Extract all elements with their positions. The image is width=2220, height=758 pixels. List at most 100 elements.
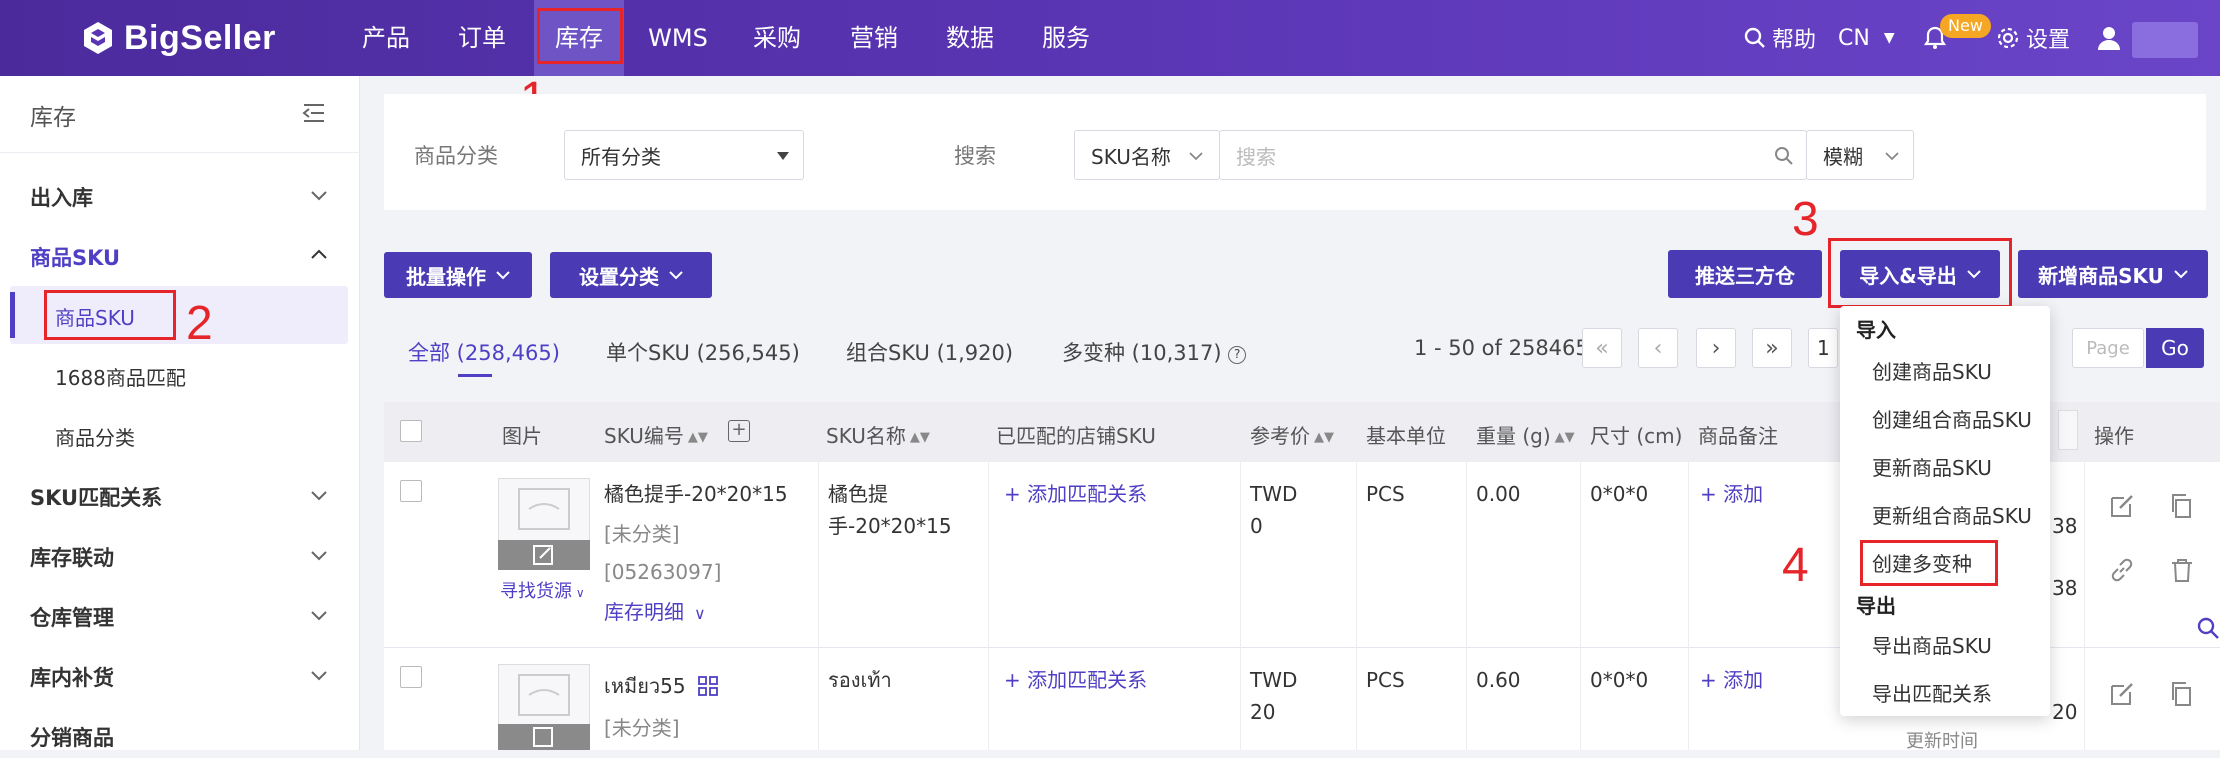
- select-all-checkbox[interactable]: [400, 420, 422, 442]
- sidebar-group-sku-match[interactable]: SKU匹配关系: [30, 482, 162, 512]
- sidebar-title: 库存: [30, 105, 76, 131]
- column-divider: [1580, 462, 1581, 648]
- chevron-right-icon: ›: [1711, 335, 1721, 361]
- highlight-box-2: [44, 290, 176, 340]
- settings-link[interactable]: 设置: [1996, 0, 2070, 76]
- nav-wms[interactable]: WMS: [645, 0, 711, 76]
- first-page-button[interactable]: «: [1582, 328, 1622, 368]
- sidebar: [0, 76, 360, 750]
- column-filter-box[interactable]: [2058, 410, 2078, 450]
- copy-icon[interactable]: [2168, 680, 2196, 708]
- sidebar-group-stock-in-out[interactable]: 出入库: [30, 182, 93, 212]
- sidebar-item-1688-match[interactable]: 1688商品匹配: [55, 362, 186, 391]
- add-sku-label: 新增商品SKU: [2038, 263, 2164, 288]
- search-field-select[interactable]: SKU名称: [1074, 130, 1220, 180]
- go-button[interactable]: Go: [2146, 328, 2204, 368]
- copy-icon[interactable]: [2168, 492, 2196, 520]
- tab-single-sku[interactable]: 单个SKU (256,545): [606, 337, 800, 367]
- brand-logo[interactable]: BigSeller: [80, 18, 276, 58]
- push-3pl-button[interactable]: 推送三方仓: [1668, 250, 1822, 298]
- price-currency: TWD: [1250, 482, 1298, 506]
- sidebar-group-product-sku[interactable]: 商品SKU: [30, 242, 120, 272]
- sidebar-item-product-category[interactable]: 商品分类: [55, 422, 135, 451]
- floating-search-icon[interactable]: [2196, 616, 2220, 640]
- header-matched-shop-sku: 已匹配的店铺SKU: [996, 424, 1156, 448]
- column-divider: [1580, 648, 1581, 750]
- tab-multi-variant[interactable]: 多变种 (10,317) ?: [1062, 337, 1247, 367]
- header-sku-name[interactable]: SKU名称 ▲▼: [826, 420, 930, 449]
- sidebar-group-stock-sync[interactable]: 库存联动: [30, 542, 114, 572]
- add-match-link[interactable]: + 添加匹配关系: [1004, 664, 1147, 696]
- nav-purchase[interactable]: 采购: [745, 0, 809, 76]
- find-source-link[interactable]: 寻找货源 ∨: [500, 576, 585, 609]
- caret-down-icon: ▼: [1883, 30, 1895, 46]
- page-number-select[interactable]: 1: [1808, 328, 1838, 368]
- header-ref-price[interactable]: 参考价 ▲▼: [1250, 420, 1334, 449]
- help-link[interactable]: 帮助: [1744, 0, 1816, 76]
- last-page-button[interactable]: »: [1752, 328, 1792, 368]
- menu-item-export-match[interactable]: 导出匹配关系: [1872, 678, 1992, 707]
- collapse-menu-icon[interactable]: [302, 102, 326, 124]
- add-sku-button[interactable]: 新增商品SKU: [2018, 250, 2208, 298]
- sort-icon: ▲▼: [1314, 430, 1334, 445]
- sidebar-group-replenish[interactable]: 库内补货: [30, 662, 114, 692]
- expand-all-icon[interactable]: +: [728, 420, 750, 442]
- header-weight-label: 重量 (g): [1476, 424, 1551, 448]
- nav-marketing[interactable]: 营销: [842, 0, 906, 76]
- header-sku-name-label: SKU名称: [826, 424, 906, 448]
- grid-icon[interactable]: [698, 676, 718, 696]
- next-page-button[interactable]: ›: [1696, 328, 1736, 368]
- dropdown-export-header: 导出: [1856, 594, 1896, 618]
- add-note-link[interactable]: + 添加: [1700, 664, 1763, 696]
- stock-detail-link[interactable]: 库存明细 ∨: [604, 596, 706, 630]
- menu-item-update-sku[interactable]: 更新商品SKU: [1872, 452, 1992, 481]
- new-badge: New: [1940, 14, 1991, 38]
- edit-icon[interactable]: [2108, 680, 2136, 708]
- search-input[interactable]: 搜索: [1219, 130, 1807, 180]
- header-size: 尺寸 (cm): [1590, 424, 1683, 448]
- header-weight[interactable]: 重量 (g) ▲▼: [1476, 420, 1575, 449]
- category-select[interactable]: 所有分类: [564, 130, 804, 180]
- sku-code-row2: เหมียว55: [604, 670, 718, 702]
- add-match-link[interactable]: + 添加匹配关系: [1004, 478, 1147, 510]
- match-mode-select[interactable]: 模糊: [1806, 130, 1914, 180]
- set-category-button[interactable]: 设置分类: [550, 252, 712, 298]
- add-note-link[interactable]: + 添加: [1700, 478, 1763, 510]
- settings-label: 设置: [2026, 28, 2071, 53]
- header-sku-code[interactable]: SKU编号 ▲▼: [604, 420, 708, 449]
- nav-data[interactable]: 数据: [938, 0, 1002, 76]
- chevron-down-icon: [669, 270, 683, 279]
- bulk-actions-button[interactable]: 批量操作: [384, 252, 532, 298]
- sku-code: เหมียว55: [604, 674, 686, 698]
- tab-combo-sku[interactable]: 组合SKU (1,920): [846, 337, 1013, 367]
- nav-orders[interactable]: 订单: [450, 0, 514, 76]
- menu-item-update-combo-sku[interactable]: 更新组合商品SKU: [1872, 500, 2032, 529]
- trash-icon[interactable]: [2168, 556, 2196, 584]
- sku-category: [未分类]: [604, 522, 680, 546]
- edit-icon[interactable]: [2108, 492, 2136, 520]
- nav-services[interactable]: 服务: [1034, 0, 1098, 76]
- menu-item-export-sku[interactable]: 导出商品SKU: [1872, 630, 1992, 659]
- search-icon: [1744, 27, 1765, 48]
- link-icon[interactable]: [2108, 556, 2136, 584]
- edit-image-button[interactable]: [498, 540, 590, 570]
- edit-image-button[interactable]: [498, 724, 590, 750]
- chevron-down-icon: ∨: [572, 586, 585, 600]
- row-checkbox[interactable]: [400, 480, 422, 502]
- user-menu[interactable]: [2096, 0, 2122, 76]
- notifications-button[interactable]: [1922, 0, 1948, 76]
- prev-page-button[interactable]: ‹: [1638, 328, 1678, 368]
- search-icon[interactable]: [1774, 146, 1794, 166]
- language-select[interactable]: CN ▼: [1838, 0, 1895, 76]
- page-jump-input[interactable]: Page: [2072, 328, 2144, 368]
- nav-products[interactable]: 产品: [356, 0, 416, 76]
- tab-all[interactable]: 全部 (258,465): [408, 337, 560, 367]
- sidebar-group-distribution[interactable]: 分销商品: [30, 722, 114, 752]
- unit-value: PCS: [1366, 668, 1405, 692]
- sku-name-line1: รองเท้า: [828, 668, 892, 692]
- row-checkbox[interactable]: [400, 666, 422, 688]
- search-field-value: SKU名称: [1091, 144, 1171, 169]
- menu-item-create-sku[interactable]: 创建商品SKU: [1872, 356, 1992, 385]
- sidebar-group-warehouse[interactable]: 仓库管理: [30, 602, 114, 632]
- menu-item-create-combo-sku[interactable]: 创建组合商品SKU: [1872, 404, 2032, 433]
